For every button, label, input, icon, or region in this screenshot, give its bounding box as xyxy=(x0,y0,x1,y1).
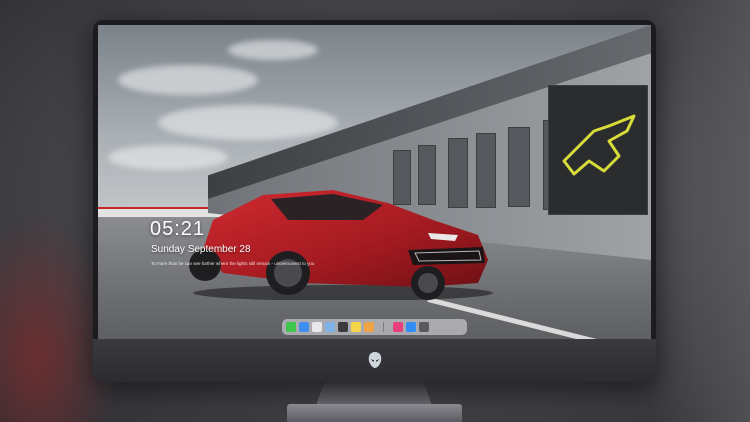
music-icon[interactable] xyxy=(393,322,403,332)
app-store-icon[interactable] xyxy=(406,322,416,332)
dock-separator xyxy=(383,322,384,332)
screen: 05:21 Sunday September 28 To more than h… xyxy=(98,25,651,339)
notes-icon[interactable] xyxy=(351,322,361,332)
dock xyxy=(282,319,467,335)
preview-icon[interactable] xyxy=(325,322,335,332)
track-map-sign xyxy=(548,85,648,215)
alienware-logo-icon xyxy=(365,350,385,370)
clapperboard-icon[interactable] xyxy=(338,322,348,332)
lock-screen-clock: 05:21 xyxy=(150,218,206,240)
messages-icon[interactable] xyxy=(286,322,296,332)
camera-icon[interactable] xyxy=(419,322,429,332)
lock-screen-quote: To more than he can see further where th… xyxy=(151,261,315,266)
monitor: 05:21 Sunday September 28 To more than h… xyxy=(93,20,656,382)
lock-screen-date: Sunday September 28 xyxy=(151,244,251,255)
car-image xyxy=(189,190,493,300)
monitor-chin xyxy=(93,339,656,382)
garage-door xyxy=(508,127,530,207)
monitor-stand-foot xyxy=(287,404,462,422)
track-map-icon xyxy=(562,114,636,176)
photos-icon[interactable] xyxy=(364,322,374,332)
safari-icon[interactable] xyxy=(312,322,322,332)
finder-icon[interactable] xyxy=(299,322,309,332)
background-blur-right xyxy=(650,0,750,422)
